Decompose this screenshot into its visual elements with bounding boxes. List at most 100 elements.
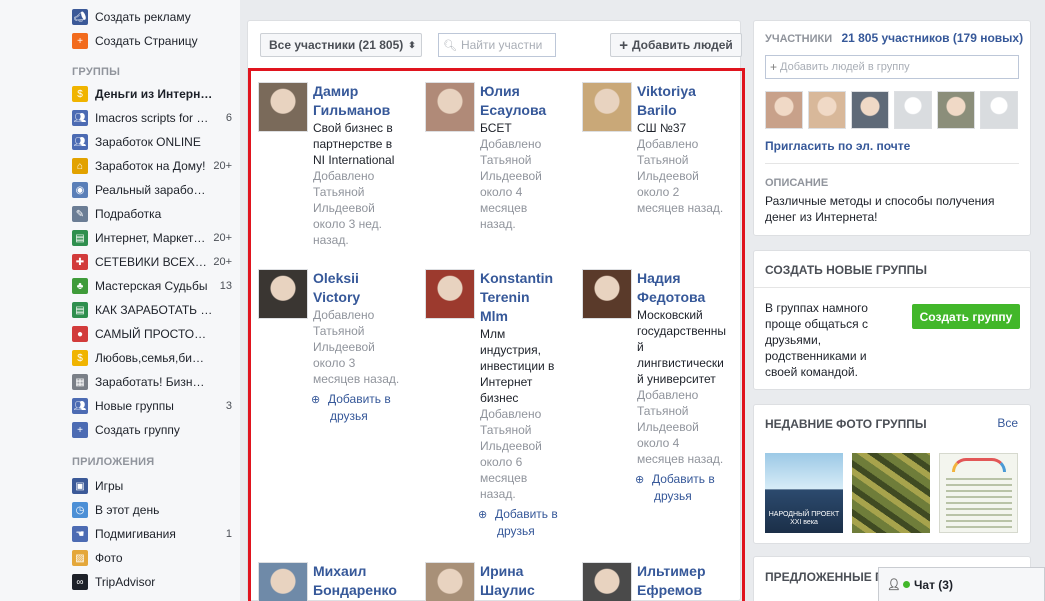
- member-avatar[interactable]: [258, 562, 308, 601]
- sidebar-item[interactable]: ▨ Фото: [72, 548, 232, 568]
- member-name-line[interactable]: Oleksii: [313, 269, 413, 288]
- chat-bar[interactable]: 👤︎ Чат (3): [878, 567, 1045, 601]
- member-name-line[interactable]: Гильманов: [313, 101, 413, 120]
- group-icon: 👥︎: [72, 110, 88, 126]
- member-avatar[interactable]: [425, 269, 475, 319]
- member-info: Юлия Есаулова БСЕТ Добавлено Татьяной Ильдеев…: [480, 82, 580, 232]
- sidebar-item[interactable]: ✚ СЕТЕВИКИ ВСЕХ… 20+: [72, 252, 232, 272]
- photo-icon: ▨: [72, 550, 88, 566]
- member-avatar[interactable]: [582, 562, 632, 601]
- member-description: лингвистически: [637, 356, 724, 370]
- member-thumbnail[interactable]: [765, 91, 803, 129]
- sidebar-item[interactable]: 📣︎ Создать рекламу: [72, 7, 232, 27]
- member-description: государственны: [637, 324, 727, 338]
- member-added-by: Добавлено: [480, 407, 542, 421]
- sidebar-item[interactable]: + Создать Страницу: [72, 31, 232, 51]
- member-name-line[interactable]: Шаулис: [480, 581, 580, 600]
- members-filter-dropdown[interactable]: Все участники (21 805) ⬍: [260, 33, 422, 57]
- member-name-line[interactable]: Victory: [313, 288, 413, 307]
- sidebar-item[interactable]: $ Любовь,семья,би…: [72, 348, 232, 368]
- member-name-line[interactable]: Федотова: [637, 288, 737, 307]
- member-name-line[interactable]: Юлия: [480, 82, 580, 101]
- sidebar-item[interactable]: ▦ Заработать! Бизн…: [72, 372, 232, 392]
- add-people-to-group-input[interactable]: + Добавить людей в группу: [765, 55, 1019, 79]
- add-friend-label-2[interactable]: друзья: [313, 408, 413, 424]
- member-info: Ильтимер Ефремов: [637, 562, 737, 600]
- member-avatar[interactable]: [258, 82, 308, 132]
- add-people-button[interactable]: + Добавить людей: [610, 33, 742, 57]
- sidebar-item[interactable]: ✎ Подработка: [72, 204, 232, 224]
- sidebar-item[interactable]: ▤ Интернет, Маркет… 20+: [72, 228, 232, 248]
- sidebar-item[interactable]: ▤ КАК ЗАРАБОТАТЬ …: [72, 300, 232, 320]
- sidebar-item[interactable]: $ Деньги из Интерн…: [72, 84, 232, 104]
- description-line: Различные методы и способы получения: [765, 194, 995, 208]
- recent-photo-2[interactable]: [852, 453, 930, 533]
- add-friend-label-2[interactable]: друзья: [480, 523, 580, 539]
- member-name-line[interactable]: Konstantin: [480, 269, 580, 288]
- member-avatar[interactable]: [582, 82, 632, 132]
- member-name-line[interactable]: Есаулова: [480, 101, 580, 120]
- sidebar-item-label: Реальный зарабо…: [95, 183, 206, 197]
- sidebar-item-label: Imacros scripts for …: [95, 111, 209, 125]
- member-name-line[interactable]: Надия: [637, 269, 737, 288]
- member-avatar[interactable]: [258, 269, 308, 319]
- member-description: NI International: [313, 153, 395, 167]
- sidebar-item[interactable]: + Создать группу: [72, 420, 232, 440]
- sidebar-item[interactable]: ♣ Мастерская Судьбы 13: [72, 276, 232, 296]
- member-avatar[interactable]: [582, 269, 632, 319]
- sidebar-item[interactable]: ▣ Игры: [72, 476, 232, 496]
- invite-by-email-link[interactable]: Пригласить по эл. почте: [765, 139, 910, 153]
- sidebar-item-count: 20+: [213, 256, 232, 268]
- member-name-line[interactable]: Barilo: [637, 101, 737, 120]
- member-avatar[interactable]: [425, 82, 475, 132]
- add-people-placeholder: Добавить людей в группу: [780, 61, 910, 73]
- add-friend-label-2[interactable]: друзья: [637, 488, 737, 504]
- member-search-input[interactable]: 🔍︎ Найти участни: [438, 33, 556, 57]
- sidebar-item[interactable]: 👥︎ Imacros scripts for … 6: [72, 108, 232, 128]
- sidebar-item-label: Деньги из Интерн…: [95, 87, 213, 101]
- dropdown-arrows-icon: ⬍: [408, 39, 416, 50]
- add-friend-label: Добавить в: [495, 507, 558, 521]
- see-all-photos-link[interactable]: Все: [997, 416, 1018, 430]
- member-thumbnail[interactable]: [980, 91, 1018, 129]
- add-friend-button[interactable]: ⊕ Добавить в: [635, 471, 737, 488]
- member-name-line[interactable]: Бондаренко: [313, 581, 413, 600]
- member-avatar[interactable]: [425, 562, 475, 601]
- member-name-line[interactable]: Михаил: [313, 562, 413, 581]
- member-name-line[interactable]: Дамир: [313, 82, 413, 101]
- sidebar-item-label: Любовь,семья,би…: [95, 351, 204, 365]
- sidebar-item[interactable]: ∞ TripAdvisor: [72, 572, 232, 592]
- sidebar-item[interactable]: ⌂ Заработок на Дому! 20+: [72, 156, 232, 176]
- member-name-line[interactable]: Viktoriya: [637, 82, 737, 101]
- create-group-button[interactable]: Создать группу: [912, 304, 1020, 329]
- recent-photo-1[interactable]: НАРОДНЫЙ ПРОЕКТ XXI века: [765, 453, 843, 533]
- member-added-by: около 4: [480, 185, 523, 199]
- megaphone-icon: 📣︎: [72, 9, 88, 25]
- member-thumbnail[interactable]: [851, 91, 889, 129]
- member-name-line[interactable]: Ирина: [480, 562, 580, 581]
- sidebar-item-label: Новые группы: [95, 399, 174, 413]
- sidebar-item[interactable]: 👥︎ Новые группы 3: [72, 396, 232, 416]
- notebook-icon: ▤: [72, 302, 88, 318]
- member-added-by: Добавлено: [313, 308, 375, 322]
- add-friend-button[interactable]: ⊕ Добавить в: [478, 506, 580, 523]
- create-group-line: родственниками и: [765, 349, 867, 363]
- member-thumbnail[interactable]: [808, 91, 846, 129]
- member-name-line[interactable]: Ильтимер: [637, 562, 737, 581]
- add-friend-button[interactable]: ⊕ Добавить в: [311, 391, 413, 408]
- sidebar-item[interactable]: ☚ Подмигивания 1: [72, 524, 232, 544]
- member-name-line[interactable]: Terenin: [480, 288, 580, 307]
- recent-photo-3[interactable]: [939, 453, 1018, 533]
- sidebar-item[interactable]: ● САМЫЙ ПРОСТО…: [72, 324, 232, 344]
- member-added-by: Ильдеевой: [480, 439, 542, 453]
- sidebar-item[interactable]: 👥︎ Заработок ONLINE: [72, 132, 232, 152]
- member-thumbnail[interactable]: [937, 91, 975, 129]
- members-count-link[interactable]: 21 805 участников (179 новых): [841, 31, 1023, 45]
- sidebar-item[interactable]: ◷ В этот день: [72, 500, 232, 520]
- member-name-line[interactable]: Mlm: [480, 307, 580, 326]
- member-name-line[interactable]: Ефремов: [637, 581, 737, 600]
- create-group-title: СОЗДАТЬ НОВЫЕ ГРУППЫ: [765, 263, 927, 277]
- member-thumbnail[interactable]: [894, 91, 932, 129]
- sidebar-item[interactable]: ◉ Реальный зарабо…: [72, 180, 232, 200]
- notebook-icon: ▤: [72, 230, 88, 246]
